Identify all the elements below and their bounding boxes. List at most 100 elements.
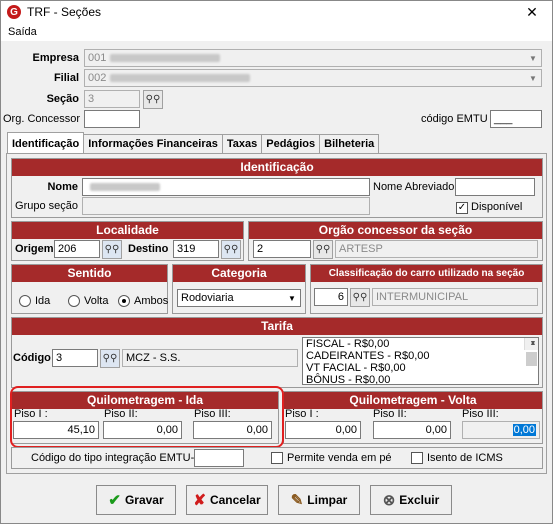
search-classificacao-button[interactable]: ⚲⚲ [350, 288, 370, 307]
km-volta-piso3-value: 0,00 [512, 424, 536, 436]
limpar-button[interactable]: ✎ Limpar [278, 485, 360, 515]
search-orgao-button[interactable]: ⚲⚲ [313, 240, 333, 259]
km-volta-piso3-input[interactable]: 0,00 [462, 421, 540, 439]
tarifa-list[interactable]: FISCAL - R$0,00 CADEIRANTES - R$0,00 VT … [302, 337, 539, 385]
binoculars-icon: ⚲⚲ [104, 244, 120, 255]
empresa-select[interactable]: 001 ▼ [84, 49, 542, 67]
scroll-down-icon[interactable]: ▼ [525, 338, 538, 350]
isento-icms-label: Isento de ICMS [427, 452, 503, 464]
disponivel-label: Disponível [471, 201, 523, 213]
scroll-thumb[interactable] [526, 352, 537, 366]
permite-venda-checkbox[interactable] [271, 452, 283, 464]
filial-label: Filial [53, 72, 79, 84]
orgao-header: Orgão concessor da seção [249, 222, 542, 239]
binoculars-icon: ⚲⚲ [315, 244, 331, 255]
classificacao-header: Classificação do carro utilizado na seçã… [311, 265, 542, 282]
eraser-icon: ✎ [290, 492, 304, 509]
sentido-header: Sentido [12, 265, 167, 282]
title-bar: G TRF - Seções ✕ [1, 1, 552, 23]
orgao-concessor-label: Org. Concessor [3, 113, 81, 125]
categoria-select[interactable]: Rodoviaria ▼ [177, 289, 301, 307]
permite-venda-label: Permite venda em pé [287, 452, 392, 464]
search-tarifa-button[interactable]: ⚲⚲ [100, 349, 120, 368]
destino-input[interactable]: 319 [173, 240, 219, 258]
integracao-label: Código do tipo integração EMTU-SP [31, 452, 209, 464]
highlight-frame [10, 386, 284, 448]
ambos-label: Ambos [134, 295, 169, 307]
binoculars-icon: ⚲⚲ [145, 94, 161, 105]
classificacao-code-input[interactable]: 6 [314, 288, 348, 306]
localidade-header: Localidade [12, 222, 243, 239]
tab-bilheteria[interactable]: Bilheteria [319, 134, 380, 153]
binoculars-icon: ⚲⚲ [102, 353, 118, 364]
tab-taxas[interactable]: Taxas [221, 134, 263, 153]
radio-ambos[interactable] [118, 295, 130, 307]
nome-abreviado-input[interactable] [455, 178, 535, 196]
radio-volta[interactable] [68, 295, 80, 307]
limpar-label: Limpar [307, 493, 348, 507]
disponivel-checkbox[interactable]: ✓ [456, 202, 468, 214]
gravar-button[interactable]: ✔ Gravar [96, 485, 176, 515]
km-volta-piso2-input[interactable]: 0,00 [373, 421, 451, 439]
origem-label: Origem [15, 243, 54, 255]
tarifa-scrollbar[interactable]: ▲ ▼ [524, 338, 538, 366]
km-volta-piso2-label: Piso II: [373, 408, 407, 420]
tarifa-header: Tarifa [12, 318, 542, 335]
nome-input[interactable] [82, 178, 370, 196]
empresa-value: 001 [88, 52, 107, 64]
secao-label: Seção [46, 93, 79, 105]
origem-input[interactable]: 206 [54, 240, 100, 258]
chevron-down-icon: ▼ [288, 293, 296, 303]
menu-bar: Saída [1, 23, 552, 41]
radio-ida[interactable] [19, 295, 31, 307]
secao-input[interactable]: 3 [84, 90, 140, 108]
main-window: G TRF - Seções ✕ Saída Empresa 001 ▼ Fili… [0, 0, 553, 524]
search-destino-button[interactable]: ⚲⚲ [221, 240, 241, 259]
search-origem-button[interactable]: ⚲⚲ [102, 240, 122, 259]
search-secao-button[interactable]: ⚲⚲ [143, 90, 163, 109]
chevron-down-icon: ▼ [529, 53, 537, 63]
categoria-header: Categoria [173, 265, 305, 282]
codigo-tarifa-input[interactable]: 3 [52, 349, 98, 367]
volta-label: Volta [84, 295, 109, 307]
codigo-emtu-input[interactable]: ___ [490, 110, 542, 128]
tarifa-list-item[interactable]: FISCAL - R$0,00 [303, 338, 538, 350]
tab-identificacao[interactable]: Identificação [7, 132, 85, 153]
categoria-value: Rodoviaria [181, 292, 234, 304]
identificacao-header: Identificação [12, 159, 542, 176]
close-button[interactable]: ✕ [512, 1, 552, 23]
km-volta-piso1-input[interactable]: 0,00 [285, 421, 361, 439]
nome-label: Nome [47, 181, 78, 193]
tarifa-list-item[interactable]: BÔNUS - R$0,00 [303, 374, 538, 384]
chevron-down-icon: ▼ [529, 73, 537, 83]
grupo-secao-input[interactable] [82, 197, 370, 215]
cancelar-button[interactable]: ✘ Cancelar [186, 485, 268, 515]
cancel-x-icon: ✘ [193, 492, 206, 509]
destino-label: Destino [128, 243, 169, 255]
isento-icms-checkbox[interactable] [411, 452, 423, 464]
app-logo-icon: G [7, 5, 21, 19]
tab-informacoes-financeiras[interactable]: Informações Financeiras [83, 134, 223, 153]
binoculars-icon: ⚲⚲ [223, 244, 239, 255]
filial-value: 002 [88, 72, 107, 84]
grupo-secao-label: Grupo seção [15, 200, 78, 212]
binoculars-icon: ⚲⚲ [352, 292, 368, 303]
menu-saida[interactable]: Saída [8, 26, 37, 38]
tarifa-list-item[interactable]: VT FACIAL - R$0,00 [303, 362, 538, 374]
orgao-concessor-input[interactable] [84, 110, 140, 128]
excluir-label: Excluir [399, 493, 440, 507]
excluir-button[interactable]: ⊗ Excluir [370, 485, 452, 515]
classificacao-name-field: INTERMUNICIPAL [372, 288, 538, 306]
tab-pedagios[interactable]: Pedágios [261, 134, 321, 153]
km-volta-header: Quilometragem - Volta [284, 392, 542, 409]
ida-label: Ida [35, 295, 51, 307]
window-title: TRF - Seções [27, 5, 102, 19]
filial-select[interactable]: 002 ▼ [84, 69, 542, 87]
codigo-tarifa-label: Código [13, 352, 51, 364]
orgao-code-input[interactable]: 2 [253, 240, 311, 258]
checkmark-icon: ✔ [108, 492, 121, 509]
integracao-input[interactable] [194, 449, 244, 467]
empresa-label: Empresa [32, 52, 79, 64]
tarifa-list-item[interactable]: CADEIRANTES - R$0,00 [303, 350, 538, 362]
tab-strip: Identificação Informações Financeiras Ta… [7, 132, 380, 153]
